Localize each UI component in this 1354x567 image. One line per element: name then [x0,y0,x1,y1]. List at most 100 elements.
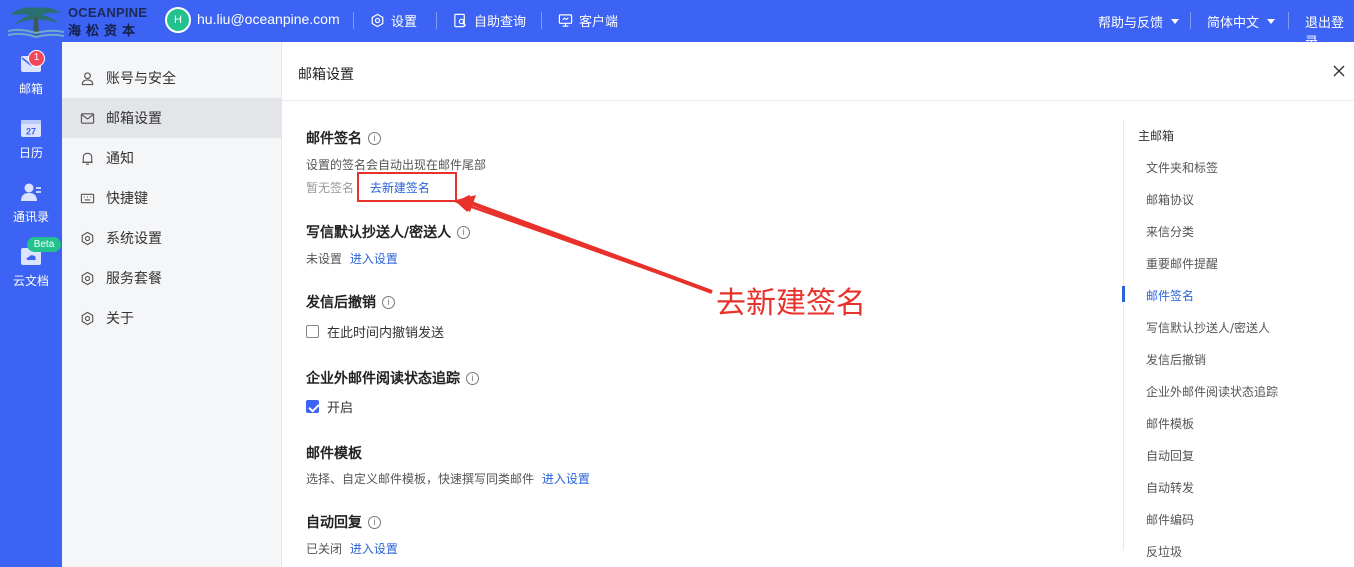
document-search-icon [454,13,467,28]
divider [1190,12,1191,29]
highlight-box [357,172,457,202]
anchor-item[interactable]: 自动回复 [1146,447,1194,464]
rail-label-calendar: 日历 [18,146,43,160]
menu-label: 系统设置 [106,231,162,247]
template-desc: 选择、自定义邮件模板，快速撰写同类邮件 [306,472,535,486]
cc-row: 未设置 进入设置 [306,250,398,267]
rail-label-mail: 邮箱 [18,82,43,96]
signature-desc: 设置的签名会自动出现在邮件尾部 [306,158,487,172]
unread-badge: 1 [28,50,45,67]
menu-label: 关于 [106,311,134,327]
chevron-down-icon [1171,19,1180,24]
logout-button[interactable]: 退出登录 [1305,12,1354,50]
section-auto-reply: 自动回复 i [306,512,381,532]
recall-checkbox[interactable] [306,325,319,338]
client-link[interactable]: 客户端 [558,11,618,30]
anchor-item[interactable]: 写信默认抄送人/密送人 [1146,319,1270,336]
anchor-item[interactable]: 自动转发 [1146,479,1194,496]
bell-icon [82,152,93,165]
info-icon[interactable]: i [368,131,381,145]
rail-item-contacts[interactable]: 通讯录 [0,182,62,225]
anchor-item[interactable]: 重要邮件提醒 [1146,255,1218,272]
info-icon[interactable]: i [382,295,395,309]
section-title: 自动回复 [306,515,362,531]
section-signature: 邮件签名 i [306,128,381,148]
beta-badge: Beta [27,237,61,252]
rail-item-docs[interactable]: 云文档 [0,246,62,289]
section-read-tracking: 企业外邮件阅读状态追踪 i [306,368,479,388]
info-icon[interactable]: i [466,371,479,385]
divider [282,100,1354,101]
anchor-item[interactable]: 发信后撤销 [1146,351,1206,368]
section-title: 发信后撤销 [306,295,376,311]
anchor-item[interactable]: 邮件编码 [1146,511,1194,528]
cc-settings-link[interactable]: 进入设置 [350,252,398,266]
logo[interactable]: OCEANPINE 海松资本 [7,3,158,39]
rail-item-calendar[interactable]: 27 日历 [0,118,62,161]
mail-icon [80,112,95,124]
signature-empty: 暂无签名 [306,181,355,195]
menu-item-about[interactable]: 关于 [62,298,282,338]
settings-menu: 账号与安全 邮箱设置 通知 快捷键 系统设置 服务套餐 关于 [62,42,282,567]
language-dropdown[interactable]: 简体中文 [1207,12,1276,31]
monitor-icon [558,14,573,27]
tracking-checkbox-row[interactable]: 开启 [306,397,353,416]
gear-icon [81,311,94,325]
user-email[interactable]: hu.liu@oceanpine.com [197,11,340,27]
panel-title: 邮箱设置 [298,67,354,83]
menu-label: 邮箱设置 [106,111,162,127]
section-default-cc: 写信默认抄送人/密送人 i [306,222,471,242]
menu-item-account-security[interactable]: 账号与安全 [62,58,282,98]
close-icon[interactable] [1332,64,1346,78]
anchor-item[interactable]: 邮件模板 [1146,415,1194,432]
section-title: 邮件模板 [306,446,362,462]
section-recall: 发信后撤销 i [306,292,395,312]
tracking-checkbox[interactable] [306,400,319,413]
anchor-item[interactable]: 来信分类 [1146,223,1194,240]
anchor-item-active[interactable]: 邮件签名 [1146,287,1194,304]
contacts-icon [21,183,41,201]
section-template: 邮件模板 [306,443,362,463]
self-query-link[interactable]: 自助查询 [453,11,526,30]
calendar-day: 27 [26,127,36,137]
help-dropdown[interactable]: 帮助与反馈 [1098,12,1180,31]
top-bar: OCEANPINE 海松资本 H hu.liu@oceanpine.com 设置… [0,0,1354,50]
menu-item-service-plan[interactable]: 服务套餐 [62,258,282,298]
section-title: 写信默认抄送人/密送人 [306,225,452,241]
left-rail: 邮箱 27 日历 通讯录 云文档 1 Beta [0,42,62,567]
divider [541,12,542,29]
divider [1288,12,1289,29]
gear-icon [371,13,384,28]
template-settings-link[interactable]: 进入设置 [542,472,590,486]
anchor-item[interactable]: 邮箱协议 [1146,191,1194,208]
template-row: 选择、自定义邮件模板，快速撰写同类邮件 进入设置 [306,470,590,487]
avatar[interactable]: H [165,7,191,33]
rail-label-docs: 云文档 [12,274,49,288]
autoreply-status: 已关闭 [306,542,343,556]
menu-item-system-settings[interactable]: 系统设置 [62,218,282,258]
menu-item-shortcuts[interactable]: 快捷键 [62,178,282,218]
menu-item-notifications[interactable]: 通知 [62,138,282,178]
anchor-item[interactable]: 企业外邮件阅读状态追踪 [1146,383,1278,400]
autoreply-settings-link[interactable]: 进入设置 [350,542,398,556]
anchor-item[interactable]: 文件夹和标签 [1146,159,1218,176]
menu-item-mailbox-settings[interactable]: 邮箱设置 [62,98,282,138]
anchor-item[interactable]: 反垃圾 [1146,543,1182,560]
info-icon[interactable]: i [457,225,471,239]
active-anchor-indicator [1122,286,1125,302]
self-query-label: 自助查询 [474,15,527,30]
annotation-label: 去新建签名 [716,286,866,321]
autoreply-row: 已关闭 进入设置 [306,540,398,557]
info-icon[interactable]: i [368,515,381,529]
calendar-icon: 27 [21,120,41,137]
pine-tree-logo-icon [7,7,65,39]
section-title: 企业外邮件阅读状态追踪 [306,371,460,387]
user-icon [81,71,94,85]
anchor-nav: 主邮箱 文件夹和标签 邮箱协议 来信分类 重要邮件提醒 邮件签名 写信默认抄送人… [1122,120,1354,559]
anchor-head[interactable]: 主邮箱 [1138,127,1174,144]
recall-checkbox-row[interactable]: 在此时间内撤销发送 [306,322,444,341]
menu-label: 服务套餐 [106,271,162,287]
settings-link[interactable]: 设置 [370,11,417,30]
divider [353,12,354,29]
settings-label: 设置 [391,15,418,30]
